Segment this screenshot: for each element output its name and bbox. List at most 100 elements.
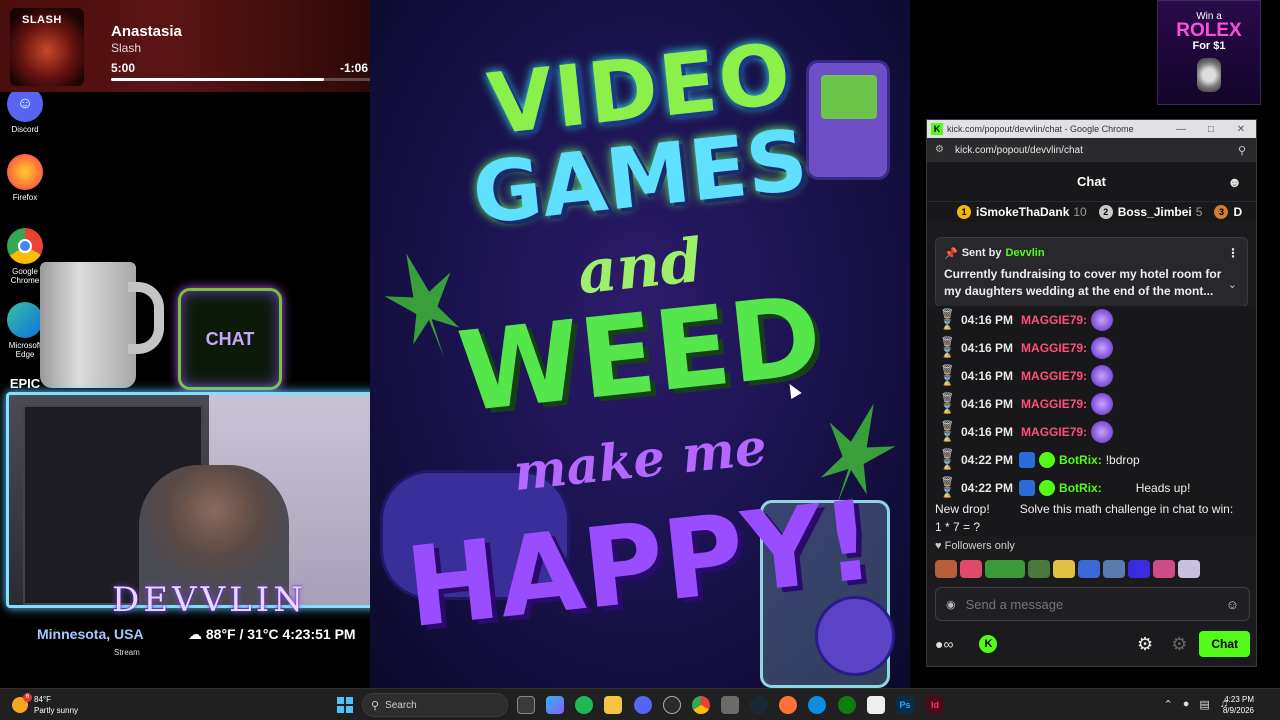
bot-badge-icon: [1019, 452, 1036, 468]
rank-badge: 3: [1214, 205, 1229, 219]
url-text: kick.com/popout/devvlin/chat: [955, 144, 1083, 156]
emoji-icon[interactable]: ☺: [1226, 597, 1239, 612]
message-user[interactable]: BotRix:: [1059, 481, 1102, 495]
window-title: kick.com/popout/devvlin/chat - Google Ch…: [947, 124, 1134, 134]
xbox-icon[interactable]: [838, 696, 856, 714]
system-tray[interactable]: ⌃ ● ▤ ♫: [1153, 698, 1228, 711]
message-user[interactable]: MAGGIE79:: [1021, 425, 1087, 439]
leaderboard-name: D: [1233, 205, 1243, 219]
emote-icon[interactable]: [985, 560, 1025, 578]
emote-icon[interactable]: [1078, 560, 1100, 578]
kick-icon[interactable]: K: [979, 635, 998, 653]
message-time: 04:16 PM: [961, 341, 1014, 355]
chat-message[interactable]: 🗑 ⌛ 04:22 PM BotRix: !bdrop: [941, 446, 1256, 474]
emote-icon[interactable]: [1103, 560, 1125, 578]
emote-icon[interactable]: [1053, 560, 1075, 578]
leaderboard-count: 5: [1195, 205, 1203, 219]
chrome-icon[interactable]: [692, 696, 710, 714]
chat-message[interactable]: 🗑 ⌛ 04:22 PM BotRix: Heads up!: [941, 474, 1256, 502]
chevron-down-icon[interactable]: ⌄: [1228, 278, 1237, 291]
leaderboard-item[interactable]: 1 iSmokeThaDank 10: [957, 205, 1087, 219]
pinned-message[interactable]: 📌 Sent by Devvlin ⋮ Currently fundraisin…: [935, 237, 1248, 307]
mod-tools-icon[interactable]: 🗑 ⌛: [941, 309, 961, 331]
message-user[interactable]: MAGGIE79:: [1021, 341, 1087, 355]
copilot-icon[interactable]: [546, 696, 564, 714]
emote-icon[interactable]: [1028, 560, 1050, 578]
streamer-name-overlay: DEVVLIN: [112, 580, 307, 620]
message-user[interactable]: MAGGIE79:: [1021, 369, 1087, 383]
mod-tools-icon[interactable]: 🗑 ⌛: [941, 449, 961, 471]
emote-icon[interactable]: [1128, 560, 1150, 578]
message-time: 04:16 PM: [961, 425, 1014, 439]
mod-tools-icon[interactable]: 🗑 ⌛: [941, 421, 961, 443]
indesign-icon[interactable]: Id: [926, 696, 944, 714]
leaderboard-item[interactable]: 3 D: [1214, 205, 1242, 219]
leaderboard-name: Boss_Jimbei: [1117, 205, 1192, 219]
message-text-continuation: New drop! Solve this math challenge in c…: [935, 502, 1234, 534]
zoom-icon[interactable]: ⚲: [1238, 144, 1246, 157]
maximize-icon[interactable]: □: [1196, 124, 1226, 135]
microphone-icon[interactable]: ●: [1183, 698, 1190, 711]
minimize-icon[interactable]: —: [1166, 124, 1196, 135]
users-icon[interactable]: ☻: [1227, 174, 1242, 190]
pinned-sent-by: Sent by: [961, 247, 1002, 259]
close-icon[interactable]: ✕: [1226, 124, 1256, 135]
gear-outline-icon[interactable]: ⚙: [1171, 634, 1187, 655]
start-button[interactable]: [337, 697, 353, 713]
address-bar[interactable]: ⚙ kick.com/popout/devvlin/chat ⚲: [927, 138, 1256, 162]
send-chat-button[interactable]: Chat: [1199, 631, 1250, 657]
desktop-icon-firefox[interactable]: Firefox: [4, 154, 46, 202]
track-progress-fill: [111, 78, 325, 81]
emote-icon[interactable]: [935, 560, 957, 578]
edge-icon[interactable]: [808, 696, 826, 714]
emote-icon[interactable]: [960, 560, 982, 578]
steam-icon[interactable]: [750, 696, 768, 714]
discord-icon[interactable]: [634, 696, 652, 714]
leaderboard-item[interactable]: 2 Boss_Jimbei 5: [1098, 205, 1203, 219]
mod-tools-icon[interactable]: 🗑 ⌛: [941, 477, 961, 499]
gear-icon[interactable]: ⚙: [1137, 634, 1153, 655]
chat-message[interactable]: 🗑 ⌛ 04:16 PM MAGGIE79:: [941, 390, 1256, 418]
taskbar-clock[interactable]: 4:23 PM 8/9/2026: [1223, 694, 1254, 716]
chat-message[interactable]: 🗑 ⌛ 04:16 PM MAGGIE79:: [941, 306, 1256, 334]
emote-icon: [1091, 309, 1114, 331]
message-user[interactable]: BotRix:: [1059, 453, 1102, 467]
firefox-icon[interactable]: [779, 696, 797, 714]
mod-tools-icon[interactable]: 🗑 ⌛: [941, 337, 961, 359]
leaderboard-count: 10: [1073, 205, 1087, 219]
taskbar-date: 8/9/2026: [1222, 706, 1254, 715]
chat-message[interactable]: 🗑 ⌛ 04:16 PM MAGGIE79:: [941, 362, 1256, 390]
photoshop-icon[interactable]: Ps: [896, 696, 914, 714]
spotify-icon[interactable]: [575, 696, 593, 714]
store-icon[interactable]: [721, 696, 739, 714]
mod-tools-icon[interactable]: 🗑 ⌛: [941, 365, 961, 387]
desktop-icon-discord[interactable]: ☺ Discord: [4, 86, 46, 134]
chat-footer: ●∞ K ⚙ ⚙ Chat: [935, 630, 1250, 658]
chat-message[interactable]: 🗑 ⌛ 04:16 PM MAGGIE79:: [941, 418, 1256, 446]
infinity-icon[interactable]: ●∞: [935, 636, 953, 652]
weather-clock-text: ☁ 88°F / 31°C 4:23:51 PM: [188, 626, 356, 642]
site-info-icon[interactable]: ⚙: [935, 144, 947, 156]
now-playing-widget: SLASH Anastasia Slash 5:00 -1:06: [0, 0, 382, 92]
more-options-icon[interactable]: ⋮: [1227, 246, 1239, 260]
watch-icon: [1197, 58, 1221, 92]
rolex-ad[interactable]: Win a ROLEX For $1: [1157, 0, 1261, 105]
chat-message[interactable]: 🗑 ⌛ 04:16 PM MAGGIE79:: [941, 334, 1256, 362]
album-art-label: SLASH: [22, 14, 62, 26]
emote-icon[interactable]: [1178, 560, 1200, 578]
message-composer[interactable]: ◉ ☺: [935, 587, 1250, 621]
taskbar-search[interactable]: ⚲ Search: [362, 693, 508, 717]
message-user[interactable]: MAGGIE79:: [1021, 313, 1087, 327]
message-user[interactable]: MAGGIE79:: [1021, 397, 1087, 411]
app-icon[interactable]: [867, 696, 885, 714]
network-icon[interactable]: ▤: [1199, 698, 1209, 711]
obs-icon[interactable]: [663, 696, 681, 714]
task-view-icon[interactable]: [517, 696, 535, 714]
chat-message-input[interactable]: [965, 596, 1226, 612]
chevron-up-icon[interactable]: ⌃: [1163, 698, 1172, 711]
file-explorer-icon[interactable]: [604, 696, 622, 714]
track-remaining: -1:06: [340, 61, 369, 75]
emote-icon[interactable]: [1153, 560, 1175, 578]
taskbar-weather[interactable]: 6 84°F Partly sunny: [12, 693, 78, 716]
mod-tools-icon[interactable]: 🗑 ⌛: [941, 393, 961, 415]
